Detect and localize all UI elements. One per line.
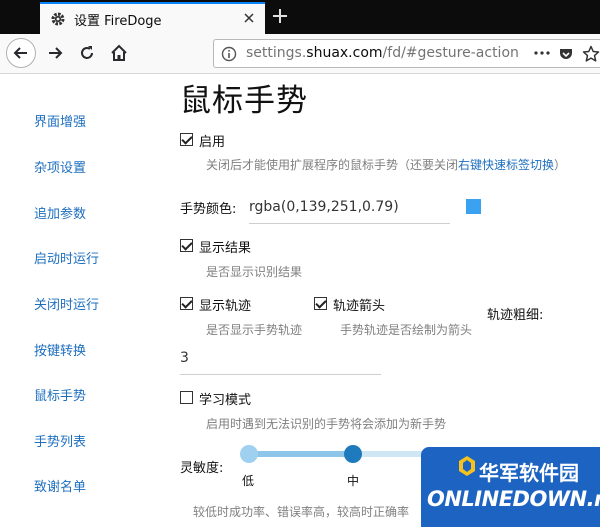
reload-button[interactable] [72,38,102,68]
watermark-en: ONLINEDOWN.net [427,487,600,511]
sidebar-item-run-on-close[interactable]: 关闭时运行 [34,294,99,313]
sensitivity-slider-fill [249,451,355,457]
show-trail-hint: 是否显示手势轨迹 [206,323,303,337]
sensitivity-hint: 较低时成功率、错误率高，较高时正确率 [193,505,410,519]
sidebar: 界面增强 杂项设置 追加参数 启动时运行 关闭时运行 按键转换 鼠标手势 手势列… [0,75,160,527]
show-result-label: 显示结果 [199,241,252,256]
watermark-logo: 华军软件园 ONLINEDOWN.net [421,447,600,527]
gesture-color-input[interactable]: rgba(0,139,251,0.79) [249,199,399,215]
enable-hint-text: 关闭后才能使用扩展程序的鼠标手势（还要关闭 [206,158,459,172]
sensitivity-mid-label: 中 [347,474,360,488]
show-trail-label: 显示轨迹 [199,299,252,314]
sidebar-item-run-on-start[interactable]: 启动时运行 [34,248,99,267]
enable-hint: 关闭后才能使用扩展程序的鼠标手势（还要关闭右键快速标签切换） [206,156,566,173]
tab-settings[interactable]: 设置 FireDoge [40,2,265,34]
color-swatch[interactable] [466,199,481,214]
trail-width-underline [180,374,381,375]
gesture-color-underline [249,223,450,224]
trail-arrow-hint: 手势轨迹是否绘制为箭头 [340,323,473,337]
trail-width-input[interactable]: 3 [180,350,189,366]
site-logo-icon [459,456,475,476]
tab-bar: 设置 FireDoge [0,0,600,34]
trail-arrow-checkbox[interactable] [314,297,327,310]
page-title: 鼠标手势 [180,83,308,119]
sensitivity-low-label: 低 [242,474,255,488]
home-button[interactable] [104,38,134,68]
sidebar-item-ui-enhance[interactable]: 界面增强 [34,111,86,130]
gear-icon [51,12,65,26]
enable-checkbox[interactable] [180,133,193,146]
learn-mode-checkbox[interactable] [180,391,193,404]
forward-button[interactable] [40,38,70,68]
nav-bar: settings.shuax.com/fd/#gesture-action [0,34,600,74]
quick-tab-switch-link[interactable]: 右键快速标签切换 [458,158,554,172]
sidebar-item-misc[interactable]: 杂项设置 [34,157,86,176]
sensitivity-stop-low[interactable] [240,445,258,463]
url-prefix: settings. [246,45,307,61]
sidebar-item-key-remap[interactable]: 按键转换 [34,340,86,359]
sidebar-item-mouse-gesture[interactable]: 鼠标手势 [34,385,86,404]
learn-mode-label: 学习模式 [199,393,252,408]
more-actions-icon[interactable] [532,45,552,61]
show-result-hint: 是否显示识别结果 [206,265,303,279]
sidebar-item-extra-args[interactable]: 追加参数 [34,203,86,222]
new-tab-icon[interactable] [271,7,289,25]
url-bar[interactable]: settings.shuax.com/fd/#gesture-action [213,39,600,68]
sensitivity-label: 灵敏度: [180,461,224,476]
close-icon[interactable] [241,10,257,26]
reload-icon [81,46,93,59]
back-button[interactable] [6,38,36,68]
tab-title: 设置 FireDoge [74,13,162,29]
learn-mode-hint: 启用时遇到无法识别的手势将会添加为新手势 [206,417,447,431]
enable-hint-suffix: ） [554,158,567,172]
url-domain: shuax.com [306,45,383,61]
sidebar-item-credits[interactable]: 致谢名单 [34,476,86,495]
gesture-color-label: 手势颜色: [180,202,237,217]
sensitivity-knob[interactable] [344,445,362,463]
trail-width-label: 轨迹粗细: [487,308,544,323]
home-icon [111,44,127,61]
arrow-right-icon [49,47,63,59]
pocket-icon[interactable] [558,46,574,62]
watermark-cn: 华军软件园 [479,461,579,485]
trail-arrow-label: 轨迹箭头 [333,299,386,314]
enable-label: 启用 [199,135,226,150]
show-trail-checkbox[interactable] [180,297,193,310]
sidebar-item-gesture-list[interactable]: 手势列表 [34,431,86,450]
star-icon[interactable] [582,45,600,63]
info-icon[interactable] [221,46,237,62]
show-result-checkbox[interactable] [180,239,193,252]
url-path: /fd/#gesture-action [382,45,519,61]
url-text: settings.shuax.com/fd/#gesture-action [246,45,519,61]
arrow-left-icon [13,47,27,59]
